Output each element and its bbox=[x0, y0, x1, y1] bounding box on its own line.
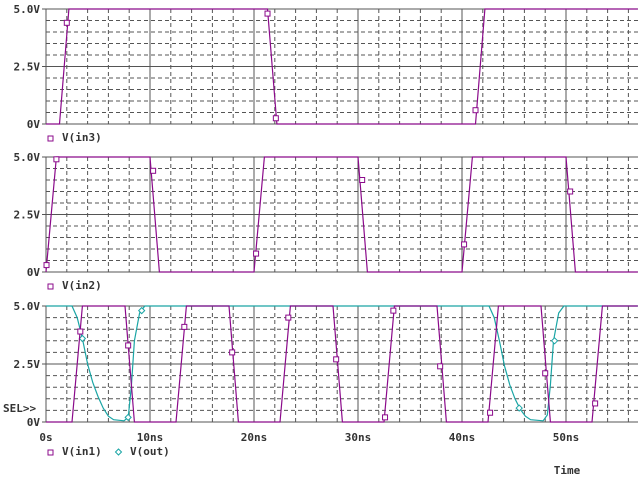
y-tick-label: 5.0V bbox=[14, 300, 41, 313]
x-tick-label: 50ns bbox=[553, 431, 580, 444]
plot-panel-2: 5.0V 2.5V 0V V(in2) bbox=[14, 151, 638, 292]
legend-label: V(in2) bbox=[62, 279, 102, 292]
data-marker-square bbox=[63, 19, 70, 26]
x-axis-label: Time bbox=[554, 464, 581, 477]
legend-square-icon bbox=[47, 449, 54, 456]
legend-item: V(out) bbox=[114, 445, 170, 458]
data-marker-square bbox=[567, 188, 574, 195]
legend-label: V(out) bbox=[130, 445, 170, 458]
x-tick-label: 0s bbox=[39, 431, 52, 444]
legend-label: V(in3) bbox=[62, 131, 102, 144]
plot-panel-1: 5.0V 2.5V 0V V(in3) bbox=[14, 3, 638, 144]
data-marker-square bbox=[461, 241, 468, 248]
legend-square-icon bbox=[47, 283, 54, 290]
data-marker-square bbox=[487, 409, 494, 416]
data-marker-square bbox=[229, 349, 236, 356]
data-marker-square bbox=[592, 400, 599, 407]
data-marker-square bbox=[181, 323, 188, 330]
data-marker-square bbox=[390, 307, 397, 314]
legend-diamond-icon bbox=[114, 448, 123, 456]
data-marker-square bbox=[382, 414, 389, 421]
data-marker-square bbox=[53, 156, 60, 163]
y-tick-label: 5.0V bbox=[14, 3, 41, 16]
legend-square-icon bbox=[47, 135, 54, 142]
legend-label: V(in1) bbox=[62, 445, 102, 458]
waveform-chart: 5.0V 2.5V 0V V(in3) 5.0V 2.5V 0V V(in2) 5.0V 2.5V… bbox=[3, 3, 638, 477]
data-marker-square bbox=[437, 363, 444, 370]
data-marker-square bbox=[542, 370, 549, 377]
data-marker-square bbox=[253, 250, 260, 257]
data-marker-square bbox=[125, 342, 132, 349]
data-marker-square bbox=[43, 262, 50, 269]
y-tick-label: 2.5V bbox=[14, 358, 41, 371]
y-tick-label: 2.5V bbox=[14, 61, 41, 74]
data-marker-square bbox=[272, 115, 279, 122]
y-tick-label: 0V bbox=[27, 416, 41, 429]
legend-item: V(in2) bbox=[47, 279, 102, 292]
legend-item: V(in1) bbox=[47, 445, 102, 458]
data-marker-square bbox=[333, 356, 340, 363]
y-tick-label: 0V bbox=[27, 118, 41, 131]
y-tick-label: 5.0V bbox=[14, 151, 41, 164]
data-marker-diamond bbox=[550, 337, 559, 345]
y-tick-label: 0V bbox=[27, 266, 41, 279]
x-tick-label: 10ns bbox=[137, 431, 164, 444]
plot-panel-3: 5.0V 2.5V 0V 0s 10ns 20ns 30ns 40ns 50ns Time SEL>… bbox=[3, 300, 638, 477]
data-marker-square bbox=[264, 10, 271, 17]
data-marker-square bbox=[359, 177, 366, 183]
x-tick-label: 40ns bbox=[449, 431, 476, 444]
x-tick-label: 30ns bbox=[345, 431, 372, 444]
data-marker-square bbox=[285, 314, 292, 321]
data-marker-square bbox=[77, 328, 84, 335]
data-marker-square bbox=[150, 167, 157, 174]
data-marker-square bbox=[472, 107, 479, 114]
legend-item: V(in3) bbox=[47, 131, 102, 144]
x-tick-label: 20ns bbox=[241, 431, 268, 444]
y-tick-label: 2.5V bbox=[14, 209, 41, 222]
selected-plot-indicator: SEL>> bbox=[3, 402, 36, 415]
